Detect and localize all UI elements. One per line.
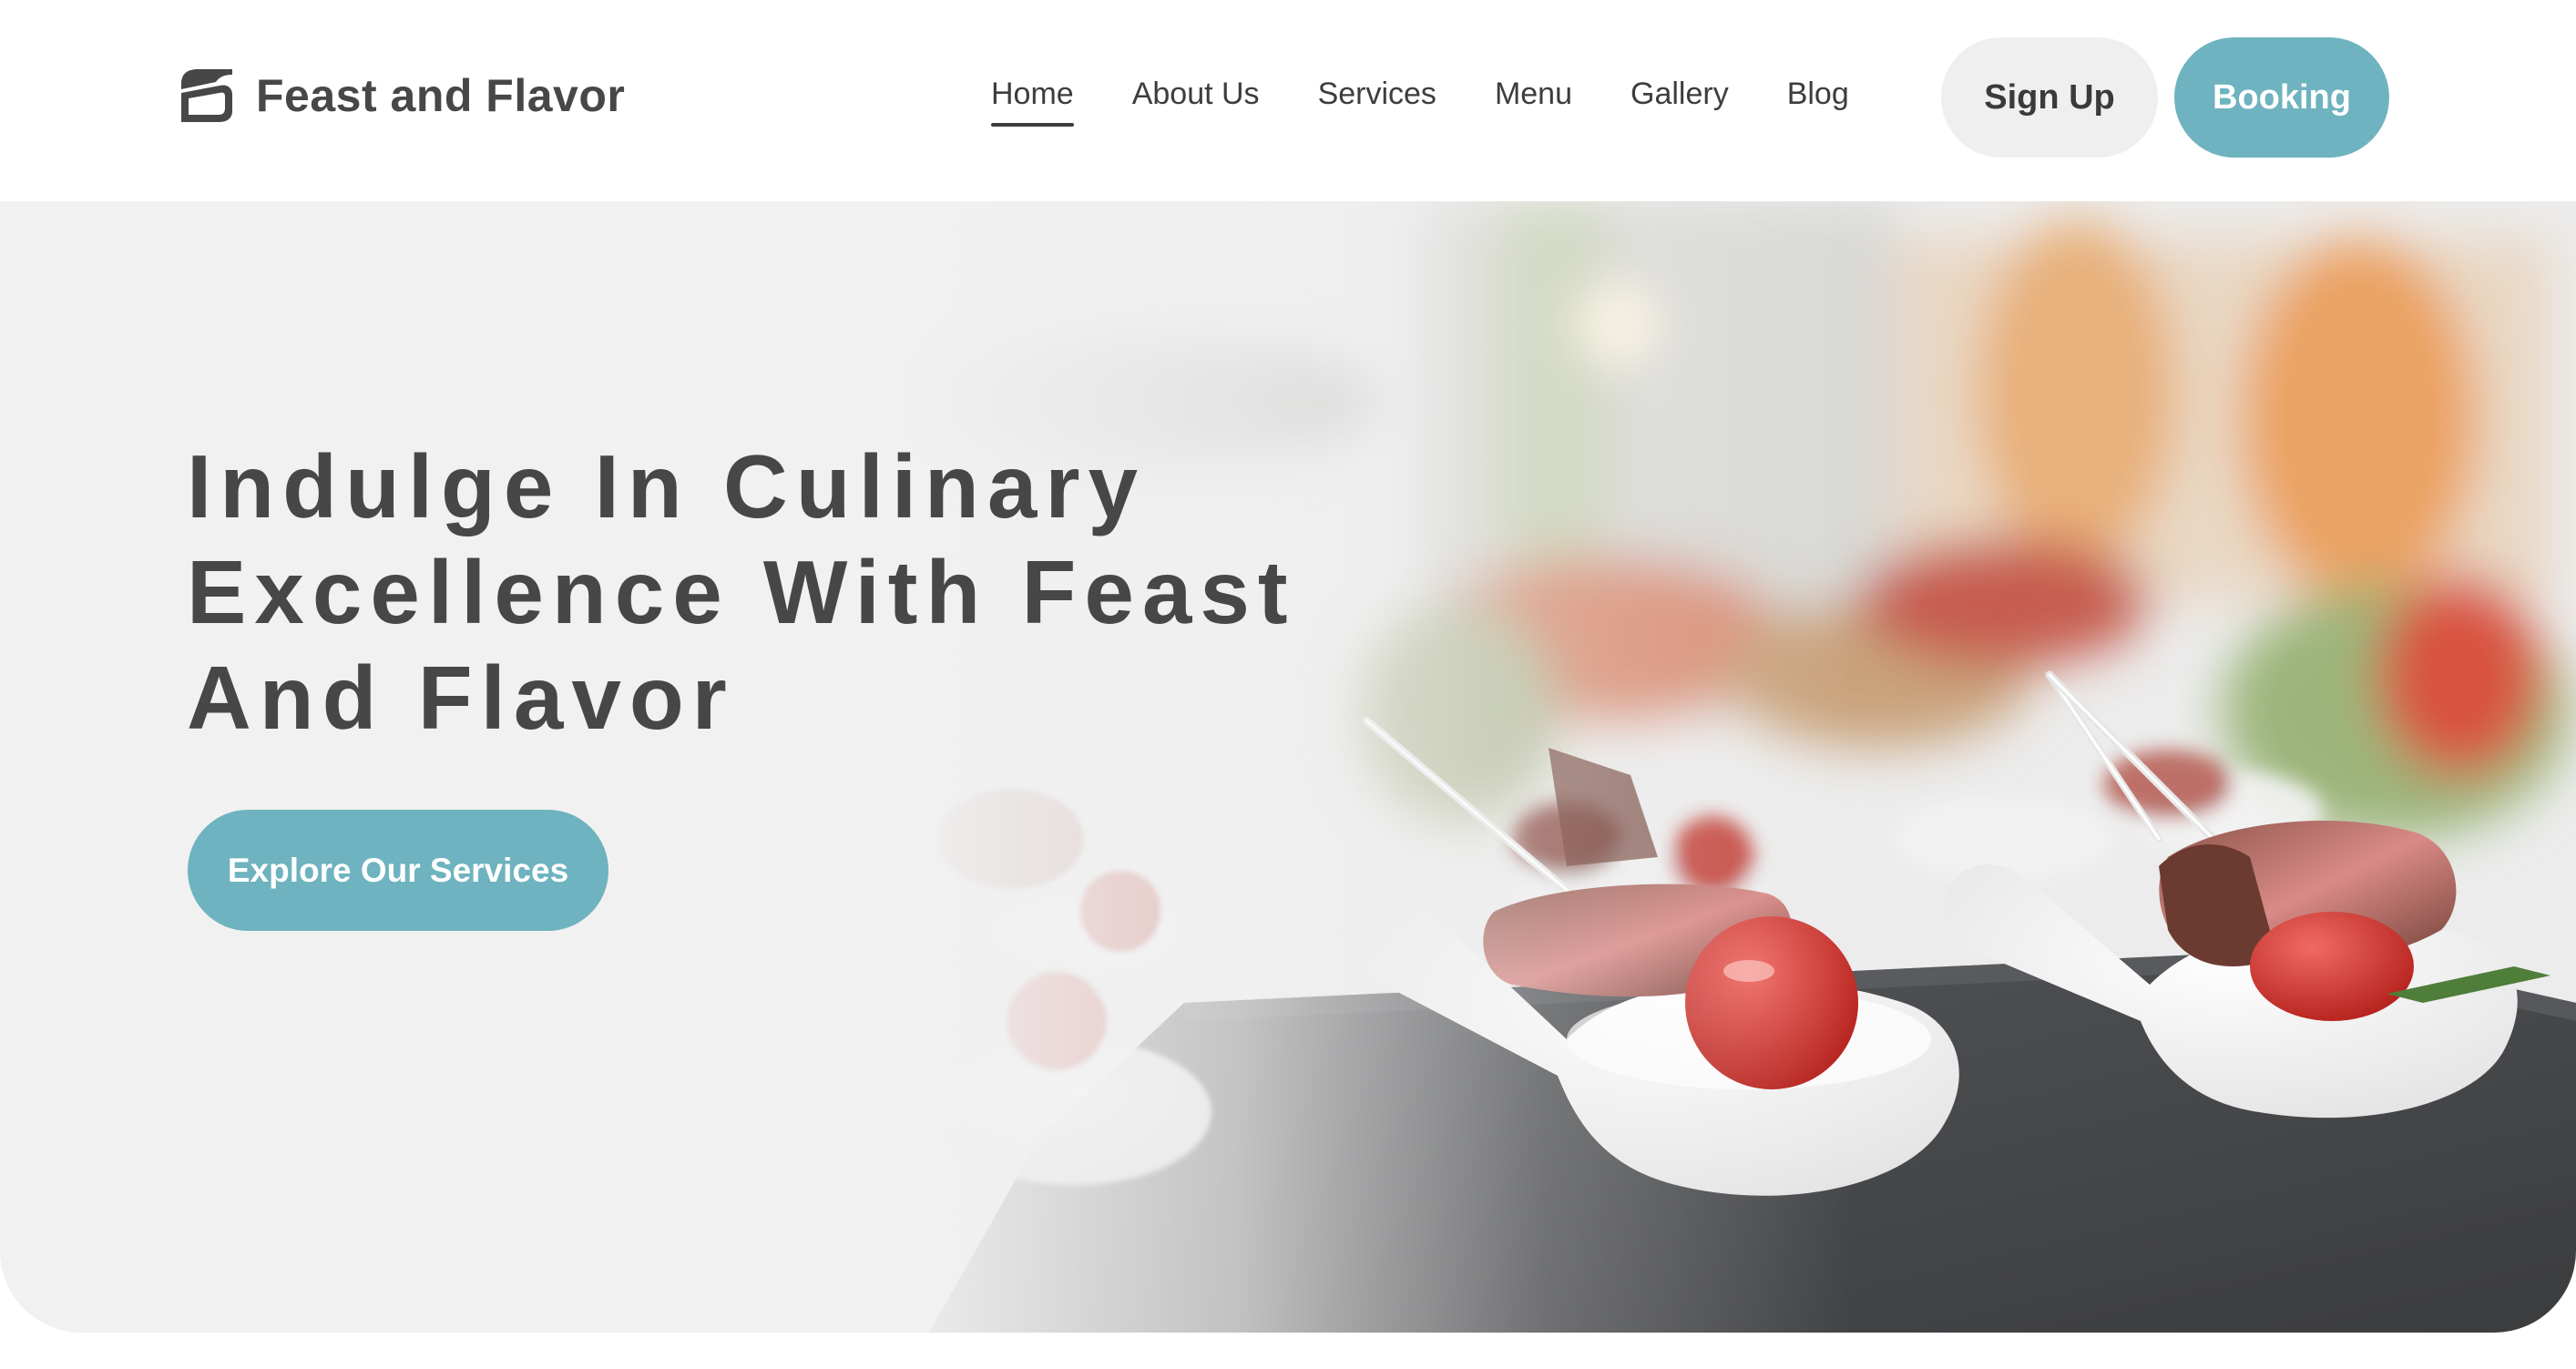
main-nav: Home About Us Services Menu Gallery Blog xyxy=(991,69,1849,127)
site-header: Feast and Flavor Home About Us Services … xyxy=(0,0,2576,200)
nav-item-menu[interactable]: Menu xyxy=(1495,77,1572,117)
hero-title: Indulge In Culinary Excellence With Feas… xyxy=(187,436,1296,748)
hero-food-image xyxy=(0,201,2576,1333)
nav-item-blog[interactable]: Blog xyxy=(1787,77,1849,117)
nav-item-home[interactable]: Home xyxy=(991,77,1074,127)
folded-leaf-logo-icon xyxy=(181,69,232,122)
nav-item-services[interactable]: Services xyxy=(1318,77,1436,117)
hero-section: Indulge In Culinary Excellence With Feas… xyxy=(0,201,2576,1333)
explore-services-button[interactable]: Explore Our Services xyxy=(188,810,608,931)
brand-name: Feast and Flavor xyxy=(256,70,626,121)
brand-link[interactable]: Feast and Flavor xyxy=(178,66,625,126)
nav-item-about-us[interactable]: About Us xyxy=(1132,77,1260,117)
booking-button[interactable]: Booking xyxy=(2174,37,2389,158)
nav-item-gallery[interactable]: Gallery xyxy=(1630,77,1729,117)
sign-up-button[interactable]: Sign Up xyxy=(1941,37,2158,158)
